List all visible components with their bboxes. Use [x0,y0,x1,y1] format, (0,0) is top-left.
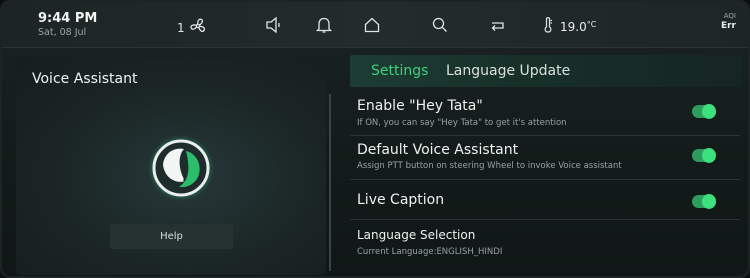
setting-title: Default Voice Assistant [357,142,519,158]
setting-subtitle: If ON, you can say "Hey Tata" to get it'… [357,118,567,128]
clock-date: Sat, 08 Jul [38,27,87,38]
fan-icon [188,16,208,40]
bell-icon[interactable] [314,15,334,35]
settings-tabs: Settings Language Update [350,55,742,87]
temperature-unit: °C [586,20,597,29]
setting-default-voice-assistant[interactable]: Default Voice Assistant Assign PTT butto… [350,140,740,180]
setting-title: Live Caption [357,192,445,208]
return-icon[interactable] [488,15,508,35]
hey-tata-toggle[interactable] [692,104,716,119]
home-icon[interactable] [362,15,382,35]
toggle-knob [702,148,716,163]
setting-title: Enable "Hey Tata" [357,98,483,114]
fan-level: 1 [177,21,185,35]
temperature-number: 19.0 [560,20,587,34]
setting-subtitle: Current Language:ENGLISH_HINDI [357,247,503,257]
voice-assistant-panel: Voice Assistant Help [16,57,326,275]
setting-title: Language Selection [357,228,476,242]
aqi-label: AQI [723,12,736,20]
toggle-knob [702,194,716,209]
default-assistant-toggle[interactable] [692,148,716,163]
live-caption-toggle[interactable] [692,194,716,209]
fan-control[interactable]: 1 [177,16,208,40]
clock-time: 9:44 PM [38,11,98,26]
infotainment-screen: 9:44 PM Sat, 08 Jul 1 19.0°C AQI Err Voi… [0,0,750,278]
help-button[interactable]: Help [110,224,233,249]
temperature-display[interactable]: 19.0°C [542,16,596,38]
thermometer-icon [542,16,554,38]
setting-enable-hey-tata[interactable]: Enable "Hey Tata" If ON, you can say "He… [350,96,740,136]
volume-icon[interactable] [264,15,284,35]
tab-settings[interactable]: Settings [371,63,428,79]
temperature-value: 19.0°C [560,20,596,34]
panel-title: Voice Assistant [32,71,138,87]
aqi-value: Err [720,21,736,31]
setting-subtitle: Assign PTT button on steering Wheel to i… [357,161,622,171]
search-icon[interactable] [430,15,450,35]
panel-divider [329,94,331,271]
status-bar: 9:44 PM Sat, 08 Jul 1 19.0°C AQI Err [2,2,748,48]
clock: 9:44 PM Sat, 08 Jul [38,12,97,39]
tab-language-update[interactable]: Language Update [446,63,570,79]
aqi-indicator: AQI Err [721,12,736,32]
setting-language-selection[interactable]: Language Selection Current Language:ENGL… [350,224,740,266]
toggle-knob [702,104,716,119]
voice-assistant-orb-icon[interactable] [148,135,214,201]
setting-live-caption[interactable]: Live Caption [350,186,740,220]
